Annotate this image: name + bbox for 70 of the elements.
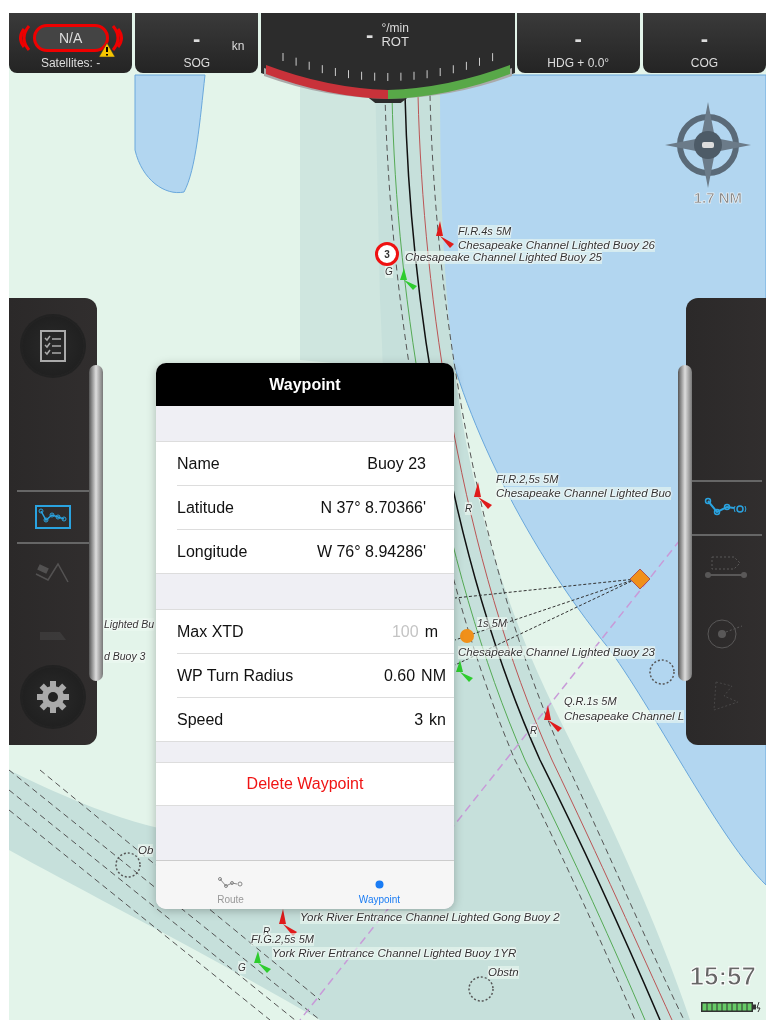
row-label: Name (177, 454, 221, 473)
waypoint-marker[interactable] (629, 568, 651, 590)
rot-unit: °/min (381, 21, 409, 35)
buoy-icon[interactable] (474, 482, 492, 509)
slider-handle[interactable] (89, 365, 103, 681)
row-unit: NM (421, 666, 446, 685)
signal-right-icon (110, 23, 125, 53)
instrument-label: HDG + 0.0° (547, 56, 610, 70)
instrument-value: - (700, 28, 709, 50)
rot-value: - (366, 24, 374, 46)
battery-icon (700, 1001, 762, 1013)
obstruction-icon (649, 659, 675, 685)
row-value: Buoy 23 (367, 454, 426, 473)
instrument-value: - (574, 28, 582, 50)
clock: 15:57 (689, 961, 756, 992)
delete-waypoint-button[interactable]: Delete Waypoint (156, 762, 454, 806)
scale-label: 1.7 NM (693, 189, 742, 206)
row-label: Max XTD (177, 622, 245, 641)
obstruction-icon (115, 852, 141, 878)
rot-gauge-drawing[interactable] (261, 13, 516, 103)
satellites-label: Satellites: - (40, 56, 101, 70)
row-label: WP Turn Radius (177, 666, 295, 685)
row-label: Speed (177, 710, 225, 729)
checklist-button[interactable] (22, 316, 84, 376)
settings-row[interactable]: Speed 3 kn (177, 697, 454, 741)
checklist-icon (40, 329, 66, 362)
buoy-icon[interactable] (254, 951, 271, 973)
buoy-icon[interactable] (544, 705, 562, 732)
settings-row[interactable]: Latitude N 37° 8.70366' (177, 485, 454, 529)
row-unit: kn (429, 710, 446, 729)
buoy-name-label: Chesapeake Channel Lighted Buoy 23 (458, 646, 655, 659)
buoy-name-label: Chesapeake Channel Lighted Buo (496, 487, 672, 500)
dot-icon (375, 880, 384, 889)
signal-left-icon (16, 23, 31, 53)
row-placeholder: 100 (391, 622, 419, 641)
row-value: 0.60 (383, 666, 416, 685)
buoy-icon[interactable] (279, 909, 297, 936)
rot-label: ROT (381, 35, 409, 49)
settings-row[interactable]: Name Buoy 23 (177, 442, 454, 485)
boat-icon (704, 555, 748, 581)
row-unit: m (424, 622, 438, 641)
instrument-panel[interactable]: - HDG + 0.0° (516, 13, 640, 73)
gps-panel[interactable]: N/A Satellites: - (9, 13, 133, 73)
instrument-panel[interactable]: - kn SOG (135, 13, 259, 73)
settings-icon (36, 680, 70, 715)
route-icon (35, 504, 71, 529)
row-value: W 76° 8.94286' (316, 542, 426, 561)
row-value: N 37° 8.70366' (320, 498, 426, 517)
instrument-label: SOG (183, 56, 211, 70)
instrument-panel[interactable]: - COG (642, 13, 766, 73)
settings-row[interactable]: Longitude W 76° 8.94286' (177, 529, 454, 573)
settings-row[interactable]: Max XTD 100 m (177, 610, 454, 653)
tab[interactable]: Waypoint (305, 861, 454, 909)
buoy-icon[interactable] (436, 221, 454, 248)
slider-handle[interactable] (678, 365, 692, 681)
row-label: Longitude (177, 542, 249, 561)
buoy-name-label: d Buoy 3 (104, 650, 146, 663)
popover-title: Waypoint (156, 363, 454, 406)
row-label: Latitude (177, 498, 235, 517)
buoy-name-label: Chesapeake Channel Lighted Buoy 25 (405, 251, 602, 264)
settings-button[interactable] (22, 667, 84, 727)
instrument-label: COG (690, 56, 719, 70)
buoy-name-label: Chesapeake Channel L (564, 710, 685, 723)
obstruction-icon (468, 976, 494, 1002)
instrument-value: - (193, 28, 201, 50)
instrument-unit: kn (231, 39, 245, 53)
route-icon (217, 877, 244, 889)
row-value: 3 (414, 710, 424, 729)
light-label: Fl.R.4s 5M (458, 225, 512, 238)
settings-row[interactable]: WP Turn Radius 0.60 NM (177, 653, 454, 697)
